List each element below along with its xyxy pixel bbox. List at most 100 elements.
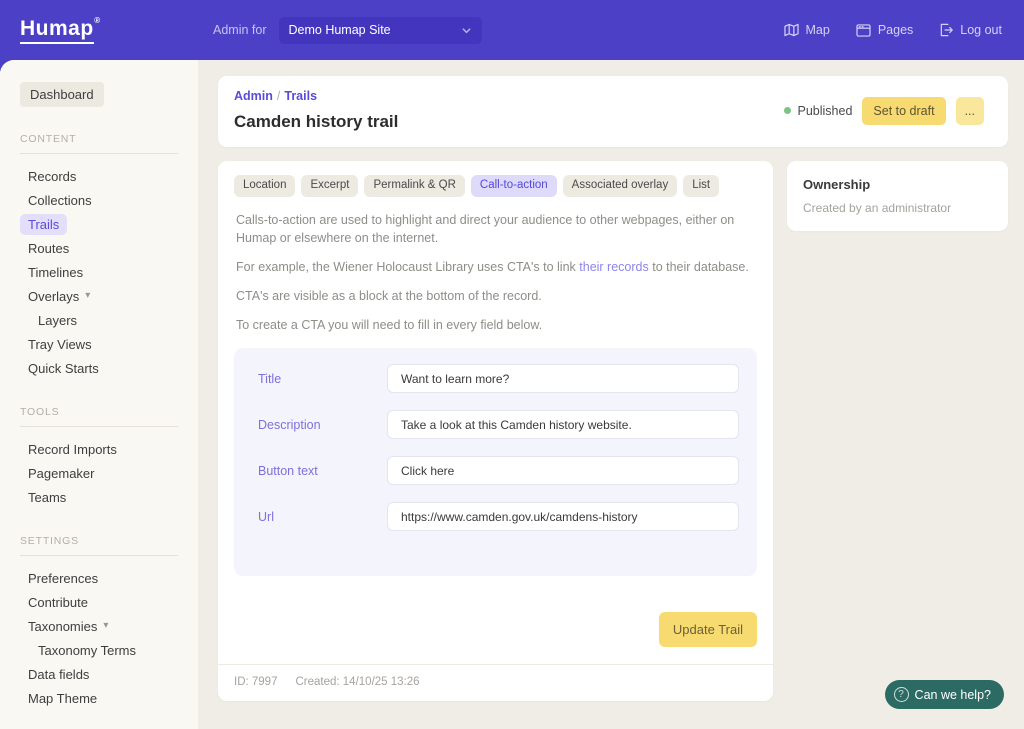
admin-for-label: Admin for bbox=[213, 23, 267, 37]
update-trail-button[interactable]: Update Trail bbox=[659, 612, 757, 647]
nav-map[interactable]: Map bbox=[784, 23, 830, 37]
sidebar-item-label: Layers bbox=[38, 314, 77, 327]
sidebar-item[interactable]: Preferences▾ bbox=[20, 568, 106, 589]
field-input[interactable] bbox=[387, 364, 739, 393]
sidebar-item[interactable]: Collections▾ bbox=[20, 190, 100, 211]
pages-icon bbox=[856, 24, 871, 37]
sidebar-item[interactable]: Data fields▾ bbox=[20, 664, 97, 685]
sidebar-item-label: Quick Starts bbox=[28, 362, 99, 375]
sidebar-item[interactable]: Teams▾ bbox=[20, 487, 74, 508]
form-row: Description bbox=[258, 410, 739, 439]
sidebar-item[interactable]: Map Theme▾ bbox=[20, 688, 105, 709]
humap-logo[interactable]: Humap® bbox=[20, 17, 94, 44]
field-label: Description bbox=[258, 418, 387, 432]
record-created: Created: 14/10/25 13:26 bbox=[295, 676, 419, 688]
sidebar-item[interactable]: Taxonomies▾ bbox=[20, 616, 116, 637]
divider bbox=[20, 153, 178, 154]
header-left: Admin / Trails Camden history trail bbox=[234, 89, 398, 132]
sidebar-item-label: Tray Views bbox=[28, 338, 92, 351]
logo-wrap: Humap® bbox=[0, 17, 213, 44]
breadcrumb-trails[interactable]: Trails bbox=[284, 89, 317, 103]
published-dot-icon bbox=[784, 107, 791, 114]
top-bar: Humap® Admin for Demo Humap Site Map Pag… bbox=[0, 0, 1024, 60]
tab[interactable]: Location bbox=[234, 175, 295, 197]
field-label: Title bbox=[258, 372, 387, 386]
sidebar-item-label: Routes bbox=[28, 242, 69, 255]
field-input[interactable] bbox=[387, 456, 739, 485]
columns: Location Excerpt Permalink & QR Call-to-… bbox=[218, 161, 1008, 701]
top-nav: Map Pages Log out bbox=[784, 23, 1024, 37]
page-title: Camden history trail bbox=[234, 112, 398, 132]
sidebar-item-label: Collections bbox=[28, 194, 92, 207]
trail-editor-card: Location Excerpt Permalink & QR Call-to-… bbox=[218, 161, 773, 701]
sidebar-item[interactable]: Quick Starts▾ bbox=[20, 358, 107, 379]
sidebar-item[interactable]: Layers▾ bbox=[30, 310, 85, 331]
page-header-card: Admin / Trails Camden history trail Publis… bbox=[218, 76, 1008, 147]
site-selector-dropdown[interactable]: Demo Humap Site bbox=[279, 17, 482, 44]
sidebar-item[interactable]: Trails▾ bbox=[20, 214, 67, 235]
record-meta-footer: ID: 7997 Created: 14/10/25 13:26 bbox=[218, 664, 773, 701]
field-input[interactable] bbox=[387, 410, 739, 439]
status-badge: Published bbox=[784, 104, 853, 118]
their-records-link[interactable]: their records bbox=[579, 260, 648, 274]
nav-pages-label: Pages bbox=[878, 23, 913, 37]
help-button[interactable]: ? Can we help? bbox=[885, 680, 1004, 709]
sidebar-item[interactable]: Overlays▾ bbox=[20, 286, 98, 307]
chevron-down-icon: ▾ bbox=[85, 291, 90, 301]
nav-logout-label: Log out bbox=[960, 23, 1002, 37]
paragraph-text: For example, the Wiener Holocaust Librar… bbox=[236, 260, 579, 274]
tab[interactable]: Excerpt bbox=[301, 175, 358, 197]
breadcrumb-separator: / bbox=[277, 89, 280, 103]
sidebar-item[interactable]: Records▾ bbox=[20, 166, 84, 187]
paragraph-text: To create a CTA you will need to fill in… bbox=[236, 318, 542, 332]
paragraph: Calls-to-action are used to highlight an… bbox=[236, 211, 755, 249]
ownership-title: Ownership bbox=[803, 177, 992, 192]
sidebar-item[interactable]: Tray Views▾ bbox=[20, 334, 100, 355]
sidebar-item[interactable]: Taxonomy Terms▾ bbox=[30, 640, 144, 661]
form-row: Url bbox=[258, 502, 739, 531]
form-row: Title bbox=[258, 364, 739, 393]
map-icon bbox=[784, 23, 799, 37]
nav-map-label: Map bbox=[806, 23, 830, 37]
help-label: Can we help? bbox=[915, 688, 991, 702]
sidebar-item-label: Data fields bbox=[28, 668, 89, 681]
breadcrumb: Admin / Trails bbox=[234, 89, 398, 103]
logo-text: Humap bbox=[20, 17, 94, 40]
status-label: Published bbox=[798, 104, 853, 118]
nav-logout[interactable]: Log out bbox=[939, 23, 1002, 37]
sidebar-item[interactable]: Record Imports▾ bbox=[20, 439, 125, 460]
breadcrumb-admin[interactable]: Admin bbox=[234, 89, 273, 103]
set-to-draft-button[interactable]: Set to draft bbox=[862, 97, 945, 125]
chevron-down-icon bbox=[461, 25, 472, 36]
tab[interactable]: Associated overlay bbox=[563, 175, 678, 197]
divider bbox=[20, 555, 178, 556]
paragraph-text: CTA's are visible as a block at the bott… bbox=[236, 289, 542, 303]
sidebar-item[interactable]: Routes▾ bbox=[20, 238, 77, 259]
tab[interactable]: Call-to-action bbox=[471, 175, 557, 197]
trail-editor-inner: Location Excerpt Permalink & QR Call-to-… bbox=[218, 161, 773, 647]
sidebar-item[interactable]: Timelines▾ bbox=[20, 262, 91, 283]
question-mark-icon: ? bbox=[894, 687, 909, 702]
sidebar-item-dashboard[interactable]: Dashboard bbox=[20, 82, 104, 107]
sidebar-item[interactable]: Pagemaker▾ bbox=[20, 463, 102, 484]
paragraph-text: Calls-to-action are used to highlight an… bbox=[236, 213, 734, 246]
sidebar-item-label: Teams bbox=[28, 491, 66, 504]
sidebar-item[interactable]: Contribute▾ bbox=[20, 592, 96, 613]
sidebar-item-label: Records bbox=[28, 170, 76, 183]
tab[interactable]: Permalink & QR bbox=[364, 175, 464, 197]
sidebar-item-label: Record Imports bbox=[28, 443, 117, 456]
tab-bar: Location Excerpt Permalink & QR Call-to-… bbox=[234, 175, 757, 197]
description-paragraphs: Calls-to-action are used to highlight an… bbox=[234, 211, 757, 335]
field-input[interactable] bbox=[387, 502, 739, 531]
more-options-button[interactable]: ... bbox=[956, 97, 984, 125]
nav-pages[interactable]: Pages bbox=[856, 23, 913, 37]
sidebar-section-tools-title: TOOLS bbox=[20, 406, 198, 418]
sidebar-item-label: Pagemaker bbox=[28, 467, 94, 480]
sidebar-item-label: Preferences bbox=[28, 572, 98, 585]
sidebar-item-label: Taxonomies bbox=[28, 620, 97, 633]
paragraph: For example, the Wiener Holocaust Librar… bbox=[236, 258, 755, 277]
paragraph: CTA's are visible as a block at the bott… bbox=[236, 287, 755, 306]
logout-icon bbox=[939, 23, 953, 37]
trademark-mark: ® bbox=[94, 16, 100, 25]
tab[interactable]: List bbox=[683, 175, 719, 197]
